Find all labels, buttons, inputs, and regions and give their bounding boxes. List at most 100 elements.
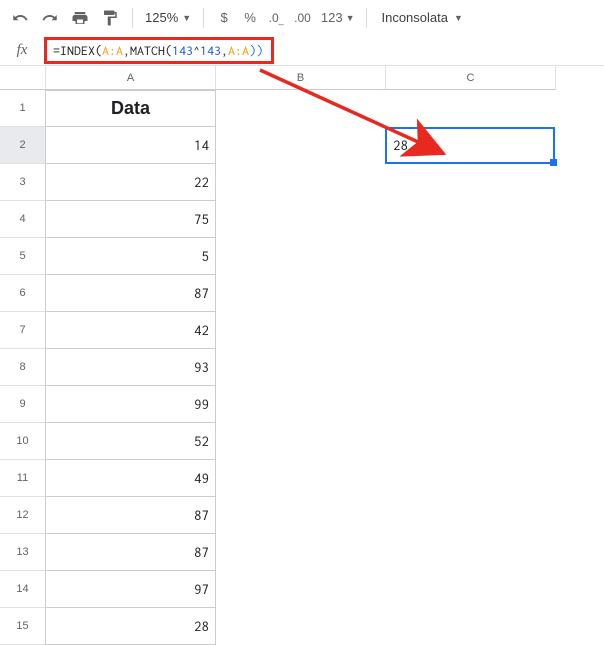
cell-B14[interactable] bbox=[216, 571, 386, 608]
font-name: Inconsolata bbox=[381, 10, 448, 25]
column-header-C[interactable]: C bbox=[386, 66, 556, 90]
cell-A9[interactable]: 99 bbox=[46, 386, 216, 423]
cell-C9[interactable] bbox=[386, 386, 556, 423]
toolbar: 125% ▼ $ % .0_ .00 123 ▼ Inconsolata ▼ bbox=[0, 0, 604, 36]
cell-B15[interactable] bbox=[216, 608, 386, 645]
cell-A1[interactable]: Data bbox=[46, 90, 216, 127]
cell-A5[interactable]: 5 bbox=[46, 238, 216, 275]
cell-C5[interactable] bbox=[386, 238, 556, 275]
chevron-down-icon: ▼ bbox=[346, 13, 355, 23]
cell-B6[interactable] bbox=[216, 275, 386, 312]
cell-A6[interactable]: 87 bbox=[46, 275, 216, 312]
print-button[interactable] bbox=[66, 4, 94, 32]
cell-C10[interactable] bbox=[386, 423, 556, 460]
table-row: 7 42 bbox=[0, 312, 604, 349]
cell-C1[interactable] bbox=[386, 90, 556, 127]
row-header[interactable]: 3 bbox=[0, 164, 46, 201]
row-header[interactable]: 10 bbox=[0, 423, 46, 460]
cell-B11[interactable] bbox=[216, 460, 386, 497]
cell-B8[interactable] bbox=[216, 349, 386, 386]
row-header[interactable]: 2 bbox=[0, 127, 46, 164]
cell-A7[interactable]: 42 bbox=[46, 312, 216, 349]
cell-C8[interactable] bbox=[386, 349, 556, 386]
row-header[interactable]: 13 bbox=[0, 534, 46, 571]
separator bbox=[366, 8, 367, 28]
zoom-select[interactable]: 125% ▼ bbox=[141, 10, 195, 25]
table-row: 2 14 bbox=[0, 127, 604, 164]
spreadsheet-grid: A B C 1 Data 2 14 3 22 4 75 5 bbox=[0, 66, 604, 645]
row-header[interactable]: 5 bbox=[0, 238, 46, 275]
table-row: 12 87 bbox=[0, 497, 604, 534]
cell-B2[interactable] bbox=[216, 127, 386, 164]
cell-A13[interactable]: 87 bbox=[46, 534, 216, 571]
chevron-down-icon: ▼ bbox=[454, 13, 463, 23]
row-header[interactable]: 8 bbox=[0, 349, 46, 386]
chevron-down-icon: ▼ bbox=[182, 13, 191, 23]
row-header[interactable]: 12 bbox=[0, 497, 46, 534]
column-headers: A B C bbox=[0, 66, 604, 90]
table-row: 6 87 bbox=[0, 275, 604, 312]
cell-B10[interactable] bbox=[216, 423, 386, 460]
table-row: 8 93 bbox=[0, 349, 604, 386]
more-formats-button[interactable]: 123 ▼ bbox=[317, 4, 359, 32]
cell-A3[interactable]: 22 bbox=[46, 164, 216, 201]
cell-C3[interactable] bbox=[386, 164, 556, 201]
cell-A4[interactable]: 75 bbox=[46, 201, 216, 238]
cell-B7[interactable] bbox=[216, 312, 386, 349]
font-select[interactable]: Inconsolata ▼ bbox=[375, 10, 468, 25]
format-percent-button[interactable]: % bbox=[238, 4, 262, 32]
cell-B12[interactable] bbox=[216, 497, 386, 534]
cell-C15[interactable] bbox=[386, 608, 556, 645]
table-row: 9 99 bbox=[0, 386, 604, 423]
cell-B4[interactable] bbox=[216, 201, 386, 238]
cell-B9[interactable] bbox=[216, 386, 386, 423]
separator bbox=[132, 8, 133, 28]
cell-A12[interactable]: 87 bbox=[46, 497, 216, 534]
cell-A14[interactable]: 97 bbox=[46, 571, 216, 608]
fx-icon: fx bbox=[0, 42, 44, 59]
cell-A2[interactable]: 14 bbox=[46, 127, 216, 164]
column-header-A[interactable]: A bbox=[46, 66, 216, 90]
cell-A8[interactable]: 93 bbox=[46, 349, 216, 386]
cell-A10[interactable]: 52 bbox=[46, 423, 216, 460]
column-header-B[interactable]: B bbox=[216, 66, 386, 90]
formula-input[interactable]: =INDEX(A:A,MATCH(143^143,A:A)) bbox=[44, 37, 274, 64]
cell-C14[interactable] bbox=[386, 571, 556, 608]
table-row: 13 87 bbox=[0, 534, 604, 571]
row-header[interactable]: 9 bbox=[0, 386, 46, 423]
row-header[interactable]: 6 bbox=[0, 275, 46, 312]
cell-C11[interactable] bbox=[386, 460, 556, 497]
cell-B5[interactable] bbox=[216, 238, 386, 275]
table-row: 1 Data bbox=[0, 90, 604, 127]
row-header[interactable]: 1 bbox=[0, 90, 46, 127]
undo-button[interactable] bbox=[6, 4, 34, 32]
cell-C4[interactable] bbox=[386, 201, 556, 238]
row-header[interactable]: 11 bbox=[0, 460, 46, 497]
row-header[interactable]: 7 bbox=[0, 312, 46, 349]
cell-C6[interactable] bbox=[386, 275, 556, 312]
table-row: 5 5 bbox=[0, 238, 604, 275]
cell-C13[interactable] bbox=[386, 534, 556, 571]
decrease-decimal-button[interactable]: .0_ bbox=[264, 4, 288, 32]
table-row: 14 97 bbox=[0, 571, 604, 608]
cell-B3[interactable] bbox=[216, 164, 386, 201]
cell-B1[interactable] bbox=[216, 90, 386, 127]
table-row: 4 75 bbox=[0, 201, 604, 238]
cell-A11[interactable]: 49 bbox=[46, 460, 216, 497]
cell-C12[interactable] bbox=[386, 497, 556, 534]
cell-C2-value: 28 bbox=[393, 137, 408, 153]
table-row: 10 52 bbox=[0, 423, 604, 460]
cell-A15[interactable]: 28 bbox=[46, 608, 216, 645]
paint-format-button[interactable] bbox=[96, 4, 124, 32]
cell-B13[interactable] bbox=[216, 534, 386, 571]
row-header[interactable]: 14 bbox=[0, 571, 46, 608]
cell-C7[interactable] bbox=[386, 312, 556, 349]
row-header[interactable]: 15 bbox=[0, 608, 46, 645]
increase-decimal-button[interactable]: .00 bbox=[290, 4, 315, 32]
select-all-corner[interactable] bbox=[0, 66, 46, 90]
format-currency-button[interactable]: $ bbox=[212, 4, 236, 32]
redo-button[interactable] bbox=[36, 4, 64, 32]
row-header[interactable]: 4 bbox=[0, 201, 46, 238]
grid-body: 1 Data 2 14 3 22 4 75 5 5 bbox=[0, 90, 604, 645]
cell-C2[interactable] bbox=[386, 127, 556, 164]
